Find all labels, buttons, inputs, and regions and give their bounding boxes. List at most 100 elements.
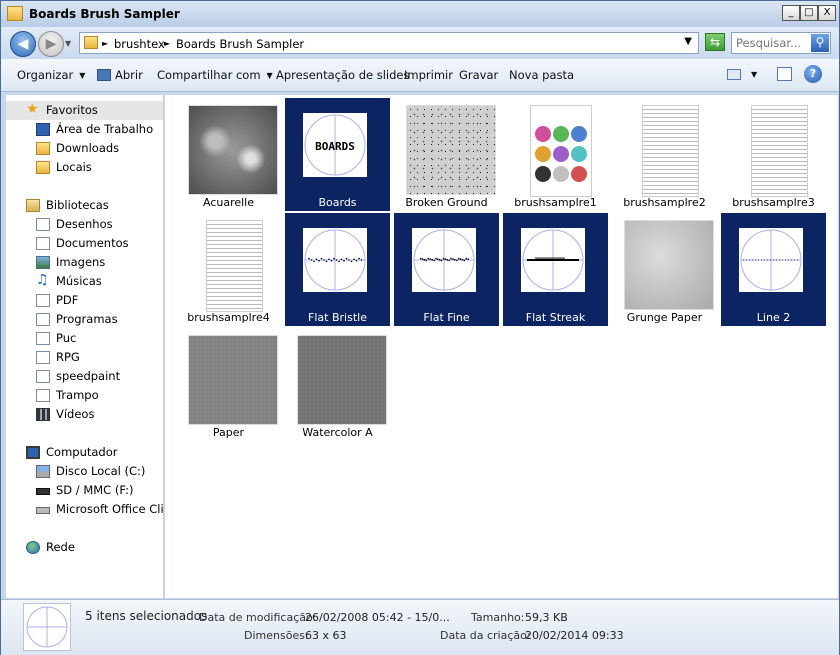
title-bar[interactable]: Boards Brush Sampler _ □ X	[1, 1, 839, 27]
forward-button[interactable]: ▶	[38, 31, 64, 57]
file-name: Boards	[318, 196, 357, 209]
sidebar-item-sd-card[interactable]: SD / MMC (F:)	[6, 481, 163, 500]
sidebar-computer[interactable]: Computador	[6, 443, 163, 462]
sidebar-item-speedpaint[interactable]: speedpaint	[6, 367, 163, 386]
file-view: Acuarelle BOARDS Boards Broken Ground brus…	[165, 95, 838, 598]
file-item[interactable]: BOARDS Boards	[285, 98, 390, 211]
sidebar-item-desenhos[interactable]: Desenhos	[6, 215, 163, 234]
refresh-icon[interactable]: ⇆	[705, 33, 725, 51]
chevron-icon[interactable]: ►	[164, 39, 170, 48]
sidebar-header-label: Favoritos	[46, 103, 98, 117]
chevron-down-icon[interactable]: ▼	[684, 36, 692, 47]
drive-icon	[36, 465, 50, 478]
share-menu[interactable]: Compartilhar com ▼	[157, 68, 273, 82]
file-name: Flat Streak	[525, 311, 586, 324]
slideshow-button[interactable]: Apresentação de slides	[276, 68, 409, 82]
history-dropdown-icon[interactable]: ▼	[65, 39, 71, 48]
organize-menu[interactable]: Organizar ▼	[17, 68, 85, 82]
view-menu[interactable]: ▼	[727, 67, 757, 81]
file-item[interactable]: Line 2	[721, 213, 826, 326]
burn-button[interactable]: Gravar	[459, 68, 498, 82]
sidebar-item-label: SD / MMC (F:)	[56, 483, 134, 497]
thumbnail: BOARDS	[303, 113, 367, 177]
sidebar-item-office-click[interactable]: Microsoft Office Clique	[6, 500, 163, 519]
search-input[interactable]	[732, 33, 818, 53]
thumbnail	[303, 228, 367, 292]
thumbnail	[412, 228, 476, 292]
file-name: brushsamplre4	[187, 311, 270, 324]
sidebar-item-label: PDF	[56, 293, 79, 307]
sidebar-item-label: Trampo	[56, 388, 99, 402]
thumbnail	[521, 228, 585, 292]
address-bar[interactable]: ► brushtex ► Boards Brush Sampler ▼	[79, 32, 699, 54]
sidebar-item-musicas[interactable]: ♫ Músicas	[6, 272, 163, 291]
created-value: 20/02/2014 09:33	[525, 629, 624, 642]
sidebar-item-label: Puc	[56, 331, 77, 345]
brush-preview-icon	[522, 229, 584, 291]
preview-thumbnail	[23, 603, 71, 651]
dimensions-value: 63 x 63	[305, 629, 347, 642]
close-button[interactable]: X	[818, 5, 836, 21]
file-item[interactable]: Flat Fine	[394, 213, 499, 326]
sidebar-item-imagens[interactable]: Imagens	[6, 253, 163, 272]
brush-preview-icon	[413, 229, 475, 291]
search-icon[interactable]: ⚲	[811, 34, 829, 52]
library-icon	[36, 218, 50, 231]
svg-text:BOARDS: BOARDS	[315, 140, 355, 153]
sidebar-item-programas[interactable]: Programas	[6, 310, 163, 329]
chevron-icon[interactable]: ►	[102, 39, 108, 48]
file-item[interactable]: brushsamplre2	[612, 98, 717, 211]
thumbnail	[406, 105, 496, 195]
file-item[interactable]: brushsamplre3	[721, 98, 826, 211]
file-name: Line 2	[756, 311, 791, 324]
file-item[interactable]: brushsamplre1	[503, 98, 608, 211]
sidebar-item-label: Documentos	[56, 236, 129, 250]
file-name: brushsamplre1	[514, 196, 597, 209]
new-folder-button[interactable]: Nova pasta	[509, 68, 574, 82]
recent-places-icon	[36, 161, 50, 174]
sidebar-item-puc[interactable]: Puc	[6, 329, 163, 348]
sidebar-item-rpg[interactable]: RPG	[6, 348, 163, 367]
sidebar-item-locais[interactable]: Locais	[6, 158, 163, 177]
file-item[interactable]: Flat Streak	[503, 213, 608, 326]
sidebar-libraries[interactable]: Bibliotecas	[6, 196, 163, 215]
sidebar-item-videos[interactable]: Vídeos	[6, 405, 163, 424]
file-item[interactable]: Acuarelle	[176, 98, 281, 211]
breadcrumb-brushtex[interactable]: brushtex	[114, 37, 165, 51]
sidebar-item-documentos[interactable]: Documentos	[6, 234, 163, 253]
sidebar-item-desktop[interactable]: Área de Trabalho	[6, 120, 163, 139]
thumbnail	[206, 220, 263, 312]
file-item[interactable]: Paper	[176, 328, 281, 441]
file-name: Paper	[212, 426, 245, 439]
sidebar-network[interactable]: Rede	[6, 538, 163, 557]
file-item[interactable]: Flat Bristle	[285, 213, 390, 326]
maximize-button[interactable]: □	[800, 5, 818, 21]
file-item[interactable]: Broken Ground	[394, 98, 499, 211]
sidebar-item-pdf[interactable]: PDF	[6, 291, 163, 310]
open-button[interactable]: Abrir	[97, 68, 143, 82]
computer-icon	[26, 446, 40, 459]
file-name: brushsamplre2	[623, 196, 706, 209]
details-pane: 5 itens selecionados Data de modificação…	[1, 599, 839, 655]
sidebar-favorites[interactable]: ★ Favoritos	[6, 101, 163, 120]
command-bar: Organizar ▼ Abrir Compartilhar com ▼ Apres…	[1, 59, 839, 92]
print-button[interactable]: Imprimir	[404, 68, 453, 82]
sidebar-item-label: RPG	[56, 350, 80, 364]
file-name: Flat Bristle	[308, 311, 367, 324]
file-item[interactable]: Watercolor A	[285, 328, 390, 441]
sidebar-item-downloads[interactable]: Downloads	[6, 139, 163, 158]
back-button[interactable]: ◀	[10, 31, 36, 57]
sidebar-item-local-disk[interactable]: Disco Local (C:)	[6, 462, 163, 481]
minimize-button[interactable]: _	[782, 5, 800, 21]
preview-pane-button[interactable]	[777, 67, 796, 82]
search-box[interactable]: ⚲	[731, 32, 831, 54]
library-icon	[36, 370, 50, 383]
file-item[interactable]: brushsamplre4	[176, 213, 281, 326]
chevron-down-icon: ▼	[266, 71, 273, 80]
share-label: Compartilhar com	[157, 68, 261, 82]
breadcrumb-current[interactable]: Boards Brush Sampler	[176, 37, 304, 51]
file-item[interactable]: Grunge Paper	[612, 213, 717, 326]
help-icon[interactable]: ?	[804, 65, 822, 83]
sidebar-header-label: Computador	[46, 445, 118, 459]
sidebar-item-trampo[interactable]: Trampo	[6, 386, 163, 405]
